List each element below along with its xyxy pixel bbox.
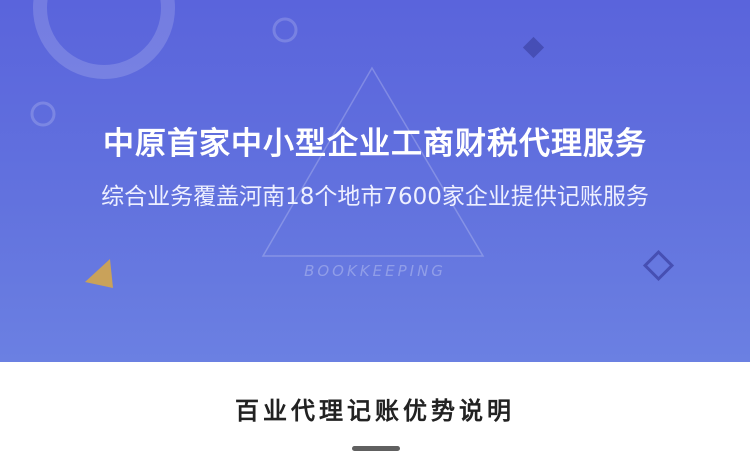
advantages-section: 百业代理记账优势说明	[0, 362, 750, 471]
gold-triangle-icon	[85, 259, 113, 288]
hero-subtitle: 综合业务覆盖河南18个地市7600家企业提供记账服务	[101, 184, 649, 210]
diamond-icon	[522, 36, 545, 59]
page: 中原首家中小型企业工商财税代理服务 综合业务覆盖河南18个地市7600家企业提供…	[0, 0, 750, 471]
bookkeeping-watermark: BOOKKEEPING	[304, 262, 446, 280]
section-heading-underline	[352, 446, 400, 451]
diamond-outline-icon	[642, 249, 675, 282]
hero-banner: 中原首家中小型企业工商财税代理服务 综合业务覆盖河南18个地市7600家企业提供…	[0, 0, 750, 362]
section-heading: 百业代理记账优势说明	[235, 397, 515, 425]
circle-ring-icon	[33, 0, 175, 79]
small-circle-icon	[272, 17, 298, 43]
hero-title: 中原首家中小型企业工商财税代理服务	[103, 126, 647, 162]
